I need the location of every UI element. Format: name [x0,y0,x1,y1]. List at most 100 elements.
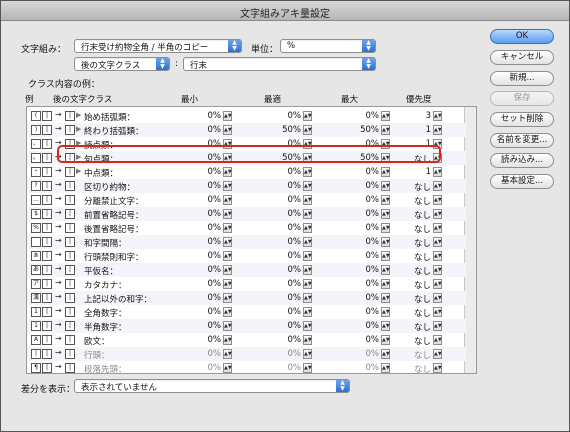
max-stepper-icon[interactable]: ▲▼ [381,335,390,345]
min-value[interactable]: 0% [187,349,222,359]
priority-value[interactable]: なし [393,251,431,263]
min-value[interactable]: 0% [187,279,222,289]
min-stepper-icon[interactable]: ▲▼ [223,111,232,121]
save-button[interactable]: 保存 [490,91,554,106]
table-row[interactable]: ¶ | → | 段落先頭： 0% ▲▼ 0% ▲▼ 0% ▲▼ なし ▲▼ [27,361,466,375]
table-row[interactable]: 1 | → | 半角数字： 0% ▲▼ 0% ▲▼ 0% ▲▼ なし ▲▼ [27,319,466,333]
opt-stepper-icon[interactable]: ▲▼ [303,279,312,289]
opt-value[interactable]: 0% [267,307,302,317]
min-stepper-icon[interactable]: ▲▼ [223,307,232,317]
priority-value[interactable]: なし [393,209,431,221]
table-row[interactable]: 1 | → | 全角数字： 0% ▲▼ 0% ▲▼ 0% ▲▼ なし ▲▼ [27,305,466,319]
table-row[interactable]: ・ | → | ▶ 中点類： 0% ▲▼ 0% ▲▼ 0% ▲▼ 1 ▲▼ [27,165,466,179]
max-value[interactable]: 0% [345,209,380,219]
opt-value[interactable]: 0% [267,181,302,191]
max-value[interactable]: 0% [345,223,380,233]
opt-stepper-icon[interactable]: ▲▼ [303,167,312,177]
priority-value[interactable]: なし [393,265,431,277]
priority-stepper-icon[interactable]: ▲▼ [433,335,442,345]
title-bar[interactable]: 文字組みアキ量設定 [1,1,569,21]
opt-value[interactable]: 0% [267,293,302,303]
mojigumi-select[interactable]: 行末受け約物全角 / 半角のコピー ▲ ▼ [74,39,242,53]
rename-button[interactable]: 名前を変更... [490,133,554,148]
table-row[interactable]: | → | 和字間隔： 0% ▲▼ 0% ▲▼ 0% ▲▼ なし ▲▼ [27,235,466,249]
table-row[interactable]: 漢 | → | 上記以外の和字： 0% ▲▼ 0% ▲▼ 0% ▲▼ なし ▲▼ [27,291,466,305]
min-value[interactable]: 0% [187,111,222,121]
priority-value[interactable]: なし [393,237,431,249]
min-value[interactable]: 0% [187,265,222,275]
min-stepper-icon[interactable]: ▲▼ [223,195,232,205]
max-stepper-icon[interactable]: ▲▼ [381,251,390,261]
max-value[interactable]: 0% [345,321,380,331]
max-value[interactable]: 0% [345,307,380,317]
opt-value[interactable]: 0% [267,265,302,275]
min-stepper-icon[interactable]: ▲▼ [223,321,232,331]
priority-value[interactable]: なし [393,349,431,361]
import-button[interactable]: 読み込み... [490,153,554,168]
min-value[interactable]: 0% [187,181,222,191]
max-stepper-icon[interactable]: ▲▼ [381,349,390,359]
priority-stepper-icon[interactable]: ▲▼ [433,209,442,219]
min-stepper-icon[interactable]: ▲▼ [223,209,232,219]
max-value[interactable]: 0% [345,111,380,121]
min-value[interactable]: 0% [187,223,222,233]
max-value[interactable]: 0% [345,279,380,289]
disclosure-triangle-icon[interactable]: ▶ [76,125,81,133]
opt-value[interactable]: 0% [267,195,302,205]
opt-stepper-icon[interactable]: ▲▼ [303,195,312,205]
opt-stepper-icon[interactable]: ▲▼ [303,237,312,247]
max-value[interactable]: 0% [345,195,380,205]
line-end-select[interactable]: 行末 ▲ ▼ [183,57,376,71]
priority-stepper-icon[interactable]: ▲▼ [433,181,442,191]
opt-stepper-icon[interactable]: ▲▼ [303,181,312,191]
max-value[interactable]: 50% [345,125,379,135]
disclosure-triangle-icon[interactable]: ▶ [76,167,81,175]
priority-stepper-icon[interactable]: ▲▼ [433,223,442,233]
priority-value[interactable]: 1 [393,125,431,135]
table-row[interactable]: A | → | 欧文： 0% ▲▼ 0% ▲▼ 0% ▲▼ なし ▲▼ [27,333,466,347]
max-value[interactable]: 0% [345,335,380,345]
max-stepper-icon[interactable]: ▲▼ [381,321,390,331]
opt-value[interactable]: 0% [267,251,302,261]
min-stepper-icon[interactable]: ▲▼ [223,335,232,345]
basic-settings-button[interactable]: 基本設定... [490,174,554,189]
delete-set-button[interactable]: セット削除 [490,112,554,127]
priority-value[interactable]: なし [393,293,431,305]
priority-value[interactable]: なし [393,307,431,319]
min-stepper-icon[interactable]: ▲▼ [223,265,232,275]
opt-value[interactable]: 0% [267,279,302,289]
max-stepper-icon[interactable]: ▲▼ [381,279,390,289]
table-row[interactable]: % | → | 後置省略記号： 0% ▲▼ 0% ▲▼ 0% ▲▼ なし ▲▼ [27,221,466,235]
max-value[interactable]: 0% [345,237,380,247]
opt-value[interactable]: 0% [267,349,302,359]
table-row[interactable]: ぁ | → | 行頭禁則和字： 0% ▲▼ 0% ▲▼ 0% ▲▼ なし ▲▼ [27,249,466,263]
max-value[interactable]: 0% [345,349,380,359]
min-stepper-icon[interactable]: ▲▼ [223,125,232,135]
max-value[interactable]: 0% [345,363,380,373]
opt-stepper-icon[interactable]: ▲▼ [303,111,312,121]
priority-value[interactable]: なし [393,363,431,375]
max-stepper-icon[interactable]: ▲▼ [381,167,390,177]
max-stepper-icon[interactable]: ▲▼ [381,195,390,205]
priority-stepper-icon[interactable]: ▲▼ [433,265,442,275]
opt-stepper-icon[interactable]: ▲▼ [303,125,312,135]
max-stepper-icon[interactable]: ▲▼ [381,223,390,233]
priority-stepper-icon[interactable]: ▲▼ [433,111,442,121]
min-value[interactable]: 0% [187,167,222,177]
disclosure-triangle-icon[interactable]: ▶ [76,111,81,119]
min-stepper-icon[interactable]: ▲▼ [223,349,232,359]
min-value[interactable]: 0% [187,209,222,219]
min-stepper-icon[interactable]: ▲▼ [223,363,232,373]
priority-stepper-icon[interactable]: ▲▼ [433,125,442,135]
max-stepper-icon[interactable]: ▲▼ [381,363,390,373]
opt-value[interactable]: 0% [267,363,302,373]
min-value[interactable]: 0% [187,237,222,247]
min-stepper-icon[interactable]: ▲▼ [223,223,232,233]
opt-value[interactable]: 0% [267,321,302,331]
max-stepper-icon[interactable]: ▲▼ [381,209,390,219]
opt-value[interactable]: 0% [267,167,302,177]
priority-stepper-icon[interactable]: ▲▼ [433,349,442,359]
max-stepper-icon[interactable]: ▲▼ [381,181,390,191]
min-stepper-icon[interactable]: ▲▼ [223,167,232,177]
opt-value[interactable]: 0% [267,209,302,219]
